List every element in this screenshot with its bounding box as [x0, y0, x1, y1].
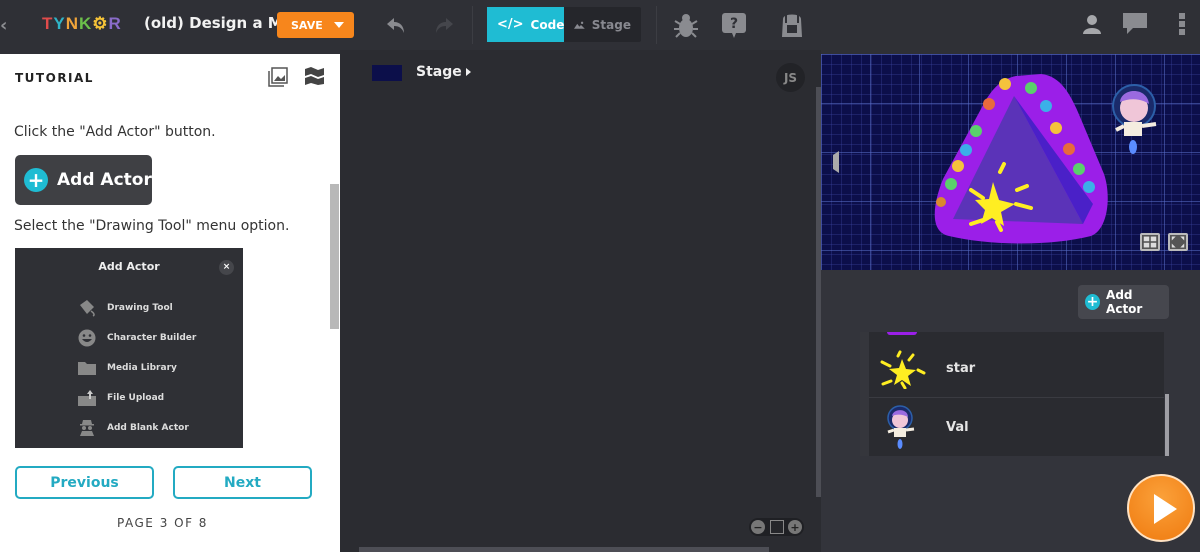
actor-item-val[interactable]: Val — [869, 398, 1164, 456]
actor-name: star — [946, 361, 976, 376]
pyramid-actor — [934, 74, 1108, 244]
run-button[interactable] — [1127, 474, 1195, 542]
page-indicator: PAGE 3 OF 8 — [117, 516, 208, 530]
folder-icon — [78, 362, 96, 375]
previous-button[interactable]: Previous — [15, 466, 154, 499]
spy-icon — [80, 420, 94, 436]
help-icon[interactable]: ? — [721, 11, 747, 39]
backpack-icon[interactable] — [779, 11, 805, 39]
actor-item-star[interactable]: star — [869, 340, 1164, 398]
add-actor-button[interactable]: + Add Actor — [1078, 285, 1169, 319]
javascript-toggle[interactable]: JS — [776, 63, 805, 92]
back-arrow-icon[interactable]: ‹ — [0, 15, 14, 36]
tutorial-step-1-text: Click the "Add Actor" button. — [14, 124, 216, 140]
grid-layout-icon[interactable] — [1140, 233, 1160, 251]
save-dropdown-caret-icon[interactable] — [334, 22, 344, 28]
tutorial-panel: TUTORIAL Click the "Add Actor" button. +… — [0, 50, 340, 552]
menu-item-label: Drawing Tool — [107, 303, 173, 313]
add-actor-example-image: + Add Actor — [15, 155, 152, 205]
image-icon — [574, 21, 585, 29]
tutorial-header: TUTORIAL — [15, 71, 94, 85]
menu-item-character-builder: Character Builder — [77, 327, 196, 349]
val-actor — [1112, 84, 1157, 154]
caret-right-icon[interactable] — [466, 68, 471, 76]
val-thumbnail — [887, 405, 915, 449]
add-actor-example-label: Add Actor — [57, 170, 152, 190]
map-icon[interactable] — [305, 67, 324, 85]
menu-item-label: Character Builder — [107, 333, 197, 343]
tab-stage[interactable]: Stage — [564, 7, 641, 42]
fullscreen-icon[interactable] — [1168, 233, 1188, 251]
logo-letter: N — [65, 14, 80, 33]
menu-item-label: Media Library — [107, 363, 177, 373]
add-actor-menu-screenshot: Add Actor × Drawing Tool Character Build… — [15, 248, 243, 448]
menu-item-label: Add Blank Actor — [107, 423, 189, 433]
tutorial-step-2-text: Select the "Drawing Tool" menu option. — [14, 218, 290, 234]
zoom-controls: − + — [749, 518, 804, 536]
bug-icon[interactable] — [673, 11, 699, 39]
code-icon: </> — [497, 17, 524, 32]
paint-bucket-icon — [80, 300, 95, 317]
project-title[interactable]: (old) Design a M — [144, 14, 283, 32]
stage-preview[interactable] — [821, 50, 1200, 270]
svg-text:?: ? — [730, 16, 738, 32]
menu-item-label: File Upload — [107, 393, 165, 403]
user-icon[interactable] — [1082, 13, 1102, 35]
code-horizontal-scrollbar[interactable] — [359, 547, 769, 552]
logo-letter: Y — [53, 14, 66, 33]
zoom-in-button[interactable]: + — [788, 520, 802, 534]
star-thumbnail — [880, 350, 926, 389]
tab-code[interactable]: </> Code — [487, 7, 564, 42]
save-label: SAVE — [291, 18, 323, 32]
redo-icon[interactable] — [432, 13, 456, 37]
pyramid-actor-thumbnail-edge — [887, 332, 917, 335]
tab-code-label: Code — [530, 17, 565, 32]
upload-icon — [78, 390, 96, 406]
smiley-icon — [78, 329, 96, 347]
add-actor-label: Add Actor — [1106, 288, 1143, 316]
toolbar-divider — [656, 6, 657, 44]
plus-circle-icon: + — [24, 168, 48, 192]
image-gallery-icon[interactable] — [268, 67, 288, 87]
top-bar: ‹ TYNK⚙R (old) Design a M SAVE </> Code … — [0, 0, 1200, 50]
actor-list-gutter — [860, 332, 869, 456]
menu-item-media-library: Media Library — [77, 357, 177, 379]
logo-letter: ⚙ — [92, 14, 109, 33]
tutorial-scrollbar[interactable] — [330, 184, 339, 329]
code-workspace[interactable]: Stage JS − + — [340, 50, 821, 552]
undo-icon[interactable] — [384, 13, 408, 37]
logo-letter: K — [79, 14, 93, 33]
logo-letter: R — [108, 14, 122, 33]
actor-list: star Val — [860, 332, 1164, 456]
actor-name: Val — [946, 419, 969, 435]
close-icon: × — [219, 260, 234, 275]
more-icon[interactable] — [1179, 13, 1185, 35]
view-toggle: </> Code Stage — [487, 7, 641, 42]
toolbar-divider — [472, 6, 473, 44]
zoom-reset-button[interactable] — [769, 520, 784, 534]
menu-item-drawing-tool: Drawing Tool — [77, 297, 173, 319]
menu-item-add-blank-actor: Add Blank Actor — [77, 417, 189, 439]
plus-circle-icon: + — [1085, 294, 1101, 310]
stage-collapse-handle-icon[interactable] — [829, 151, 839, 173]
next-button[interactable]: Next — [173, 466, 312, 499]
logo-letter: T — [42, 14, 54, 33]
tynker-logo[interactable]: TYNK⚙R — [42, 14, 122, 34]
menu-title: Add Actor — [98, 260, 160, 273]
menu-item-file-upload: File Upload — [77, 387, 164, 409]
play-icon — [1154, 494, 1177, 524]
stage-thumbnail[interactable] — [372, 65, 402, 81]
actor-list-scrollbar[interactable] — [1165, 394, 1169, 456]
chat-icon[interactable] — [1123, 13, 1147, 35]
zoom-out-button[interactable]: − — [751, 520, 765, 534]
save-button[interactable]: SAVE — [277, 12, 354, 38]
tab-stage-label: Stage — [591, 17, 631, 32]
stage-selector-label[interactable]: Stage — [416, 64, 462, 80]
